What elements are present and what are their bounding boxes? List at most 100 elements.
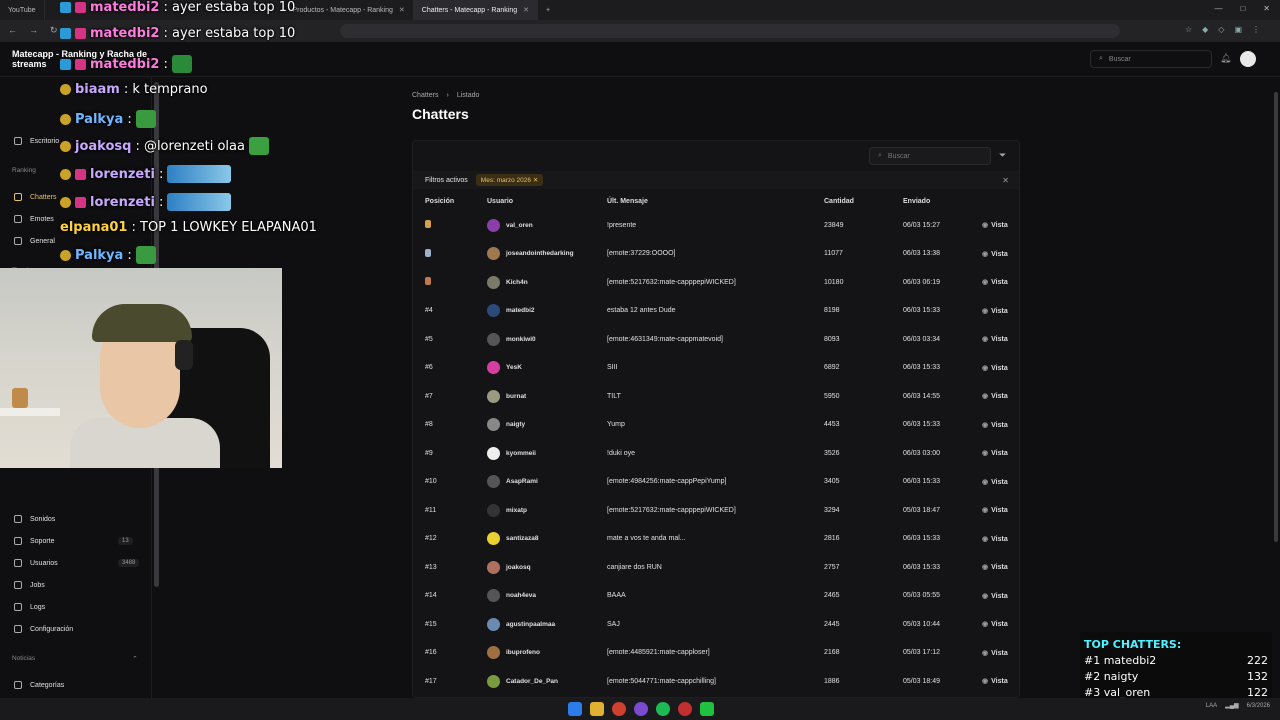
- extension-icon[interactable]: ◆: [1202, 25, 1208, 34]
- view-button[interactable]: ◉ Vista: [982, 507, 1008, 514]
- forward-icon[interactable]: →: [29, 25, 38, 36]
- tab-productos[interactable]: Productos - Matecapp - Ranking ✕: [285, 0, 414, 20]
- table-search-input[interactable]: ⌕ Buscar: [869, 147, 991, 165]
- close-window-icon[interactable]: ✕: [1263, 4, 1270, 13]
- username[interactable]: AsapRami: [506, 478, 538, 485]
- chevron-up-icon[interactable]: ⌃: [132, 655, 138, 663]
- sidebar-item-general[interactable]: General: [14, 237, 55, 245]
- column-header-enviado[interactable]: Enviado: [891, 191, 970, 211]
- view-button[interactable]: ◉ Vista: [982, 422, 1008, 429]
- star-icon[interactable]: ☆: [1185, 25, 1192, 34]
- username[interactable]: Catador_De_Pan: [506, 678, 558, 685]
- table-row[interactable]: val_oren !presente 23849 06/03 15:27 ◉ Vista: [413, 211, 1019, 240]
- page-scrollbar[interactable]: [1274, 92, 1278, 542]
- table-row[interactable]: #6 YesK SIII 6892 06/03 15:33 ◉ Vista: [413, 354, 1019, 383]
- view-button[interactable]: ◉ Vista: [982, 536, 1008, 543]
- username[interactable]: burnat: [506, 393, 526, 400]
- table-row[interactable]: #7 burnat TILT 5950 06/03 14:55 ◉ Vista: [413, 382, 1019, 411]
- clear-filters-icon[interactable]: ✕: [1002, 176, 1009, 185]
- view-button[interactable]: ◉ Vista: [982, 450, 1008, 457]
- table-row[interactable]: #11 mixatp [emote:5217632:mate-capppepiWIC…: [413, 496, 1019, 525]
- view-button[interactable]: ◉ Vista: [982, 564, 1008, 571]
- bell-icon[interactable]: 🔔︎: [1220, 53, 1231, 64]
- view-button[interactable]: ◉ Vista: [982, 479, 1008, 486]
- sidebar-item-soporte[interactable]: Soporte: [14, 537, 55, 545]
- language-indicator[interactable]: LAA: [1206, 703, 1217, 709]
- menu-icon[interactable]: ⋮: [1252, 25, 1260, 34]
- username[interactable]: santizaza8: [506, 535, 539, 542]
- table-row[interactable]: #8 naigty Yump 4453 06/03 15:33 ◉ Vista: [413, 411, 1019, 440]
- filter-icon[interactable]: ⏷: [999, 150, 1006, 161]
- username[interactable]: monkiwi0: [506, 336, 536, 343]
- sidebar-item-sonidos[interactable]: Sonidos: [14, 515, 55, 523]
- column-header-usuario[interactable]: Usuario: [475, 191, 595, 211]
- sidebar-item-configuracion[interactable]: Configuración: [14, 625, 73, 633]
- table-row[interactable]: #4 matedbi2 estaba 12 antes Dude 8198 06/03 …: [413, 297, 1019, 326]
- username[interactable]: val_oren: [506, 222, 533, 229]
- sidebar-item-escritorio[interactable]: Escritorio: [14, 137, 59, 145]
- filter-chip[interactable]: Mes: marzo 2026 ✕: [475, 174, 544, 186]
- back-icon[interactable]: ←: [8, 25, 17, 36]
- username[interactable]: Kich4n: [506, 279, 528, 286]
- global-search-input[interactable]: ⌕ Buscar: [1090, 50, 1212, 68]
- table-row[interactable]: #14 noah4eva BAAA 2465 05/03 05:55 ◉ Vista: [413, 582, 1019, 611]
- table-row[interactable]: Kich4n [emote:5217632:mate-capppepiWICKED…: [413, 268, 1019, 297]
- wifi-icon[interactable]: ▂▄▆: [1225, 702, 1238, 709]
- sidebar-item-usuarios[interactable]: Usuarios: [14, 559, 58, 567]
- table-row[interactable]: #13 joakosq canjiare dos RUN 2757 06/03 15:3…: [413, 553, 1019, 582]
- column-header-cantidad[interactable]: Cantidad: [812, 191, 891, 211]
- windows-start-icon[interactable]: [568, 702, 582, 716]
- table-row[interactable]: #17 Catador_De_Pan [emote:5044771:mate-cap…: [413, 667, 1019, 696]
- sidebar-item-categorias[interactable]: Categorías: [14, 681, 64, 689]
- tab-chatters[interactable]: Chatters - Matecapp - Ranking ✕: [413, 0, 538, 20]
- close-icon[interactable]: ✕: [399, 6, 405, 14]
- username[interactable]: ibuprofeno: [506, 649, 540, 656]
- minimize-icon[interactable]: —: [1214, 4, 1222, 13]
- table-row[interactable]: #12 santizaza8 mate a vos te anda mal... 28…: [413, 525, 1019, 554]
- sidebar-item-jobs[interactable]: Jobs: [14, 581, 45, 589]
- folder-icon[interactable]: [590, 702, 604, 716]
- table-row[interactable]: #15 agustinpaalmaa SAJ 2445 05/03 10:44 ◉ Vist…: [413, 610, 1019, 639]
- table-row[interactable]: #9 kyommeii !duki oye 3526 06/03 03:00 ◉ Vista: [413, 439, 1019, 468]
- username[interactable]: kyommeii: [506, 450, 536, 457]
- view-button[interactable]: ◉ Vista: [982, 393, 1008, 400]
- username[interactable]: agustinpaalmaa: [506, 621, 555, 628]
- column-header-posicion[interactable]: Posición: [413, 191, 475, 211]
- view-button[interactable]: ◉ Vista: [982, 593, 1008, 600]
- url-field[interactable]: [340, 24, 1120, 38]
- reload-icon[interactable]: ↻: [50, 25, 58, 36]
- view-button[interactable]: ◉ Vista: [982, 621, 1008, 628]
- app-icon[interactable]: [678, 702, 692, 716]
- sidebar-item-emotes[interactable]: Emotes: [14, 215, 54, 223]
- sidebar-item-chatters[interactable]: Chatters: [14, 193, 56, 201]
- column-header-ultimo-mensaje[interactable]: Últ. Mensaje: [595, 191, 812, 211]
- table-row[interactable]: #16 ibuprofeno [emote:4485921:mate-capplos…: [413, 639, 1019, 668]
- view-button[interactable]: ◉ Vista: [982, 308, 1008, 315]
- username[interactable]: joseandointhedarking: [506, 250, 574, 257]
- sidebar-item-logs[interactable]: Logs: [14, 603, 45, 611]
- close-icon[interactable]: ✕: [523, 6, 529, 14]
- username[interactable]: joakosq: [506, 564, 531, 571]
- new-tab-button[interactable]: +: [538, 0, 558, 20]
- chrome-icon[interactable]: [612, 702, 626, 716]
- tab-youtube[interactable]: YouTube: [0, 0, 45, 20]
- close-icon[interactable]: ✕: [533, 177, 538, 184]
- username[interactable]: matedbi2: [506, 307, 535, 314]
- spotify-icon[interactable]: [656, 702, 670, 716]
- username[interactable]: noah4eva: [506, 592, 536, 599]
- username[interactable]: naigty: [506, 421, 525, 428]
- username[interactable]: mixatp: [506, 507, 527, 514]
- username[interactable]: YesK: [506, 364, 522, 371]
- view-button[interactable]: ◉ Vista: [982, 365, 1008, 372]
- table-row[interactable]: #10 AsapRami [emote:4984256:mate-cappPepiY…: [413, 468, 1019, 497]
- clock-date[interactable]: 6/3/2026: [1247, 703, 1270, 709]
- view-button[interactable]: ◉ Vista: [982, 222, 1008, 229]
- extension-icon[interactable]: ▣: [1234, 25, 1242, 34]
- maximize-icon[interactable]: □: [1240, 4, 1245, 13]
- table-row[interactable]: #5 monkiwi0 [emote:4631349:mate-cappmatevo…: [413, 325, 1019, 354]
- view-button[interactable]: ◉ Vista: [982, 251, 1008, 258]
- view-button[interactable]: ◉ Vista: [982, 279, 1008, 286]
- view-button[interactable]: ◉ Vista: [982, 336, 1008, 343]
- breadcrumb-chatters[interactable]: Chatters: [412, 92, 438, 99]
- avatar[interactable]: [1240, 51, 1256, 67]
